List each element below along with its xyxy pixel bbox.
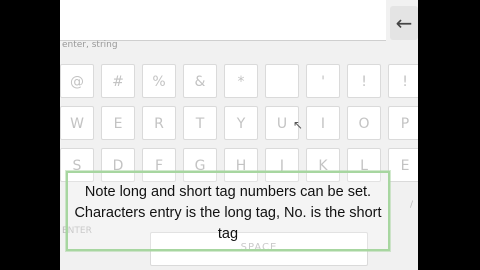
ghost-label-right: / (410, 200, 414, 210)
keyboard-key[interactable]: W (60, 106, 94, 140)
keyboard-key[interactable]: % (142, 64, 176, 98)
keyboard-key[interactable] (265, 64, 299, 98)
caption-overlay: Note long and short tag numbers can be s… (66, 171, 390, 251)
virtual-keyboard-screen: ← enter, string @ #% & * '!! W E R T Y U I O P S D F G H J K… (60, 0, 418, 270)
keyboard-key[interactable]: ' (306, 64, 340, 98)
keyboard-key[interactable]: # (101, 64, 135, 98)
mouse-cursor-icon: ↖ (293, 118, 304, 132)
keyboard-key[interactable]: I (306, 106, 340, 140)
keyboard-key[interactable]: P (388, 106, 418, 140)
keyboard-key[interactable]: O (347, 106, 381, 140)
input-hint: enter, string (62, 40, 118, 50)
backspace-key[interactable]: ← (390, 6, 418, 40)
text-input-field[interactable] (60, 0, 386, 41)
keyboard-key[interactable]: @ (60, 64, 94, 98)
arrow-left-icon: ← (395, 11, 413, 35)
keyboard-key[interactable]: E (101, 106, 135, 140)
keyboard-key[interactable]: R (142, 106, 176, 140)
keyboard-key[interactable]: ! (388, 64, 418, 98)
keyboard-key[interactable]: E (388, 148, 418, 182)
keyboard-key[interactable]: T (183, 106, 217, 140)
keyboard-key[interactable]: Y (224, 106, 258, 140)
keyboard-key[interactable]: ! (347, 64, 381, 98)
keyboard-key[interactable]: & (183, 64, 217, 98)
keyboard-key[interactable]: * (224, 64, 258, 98)
